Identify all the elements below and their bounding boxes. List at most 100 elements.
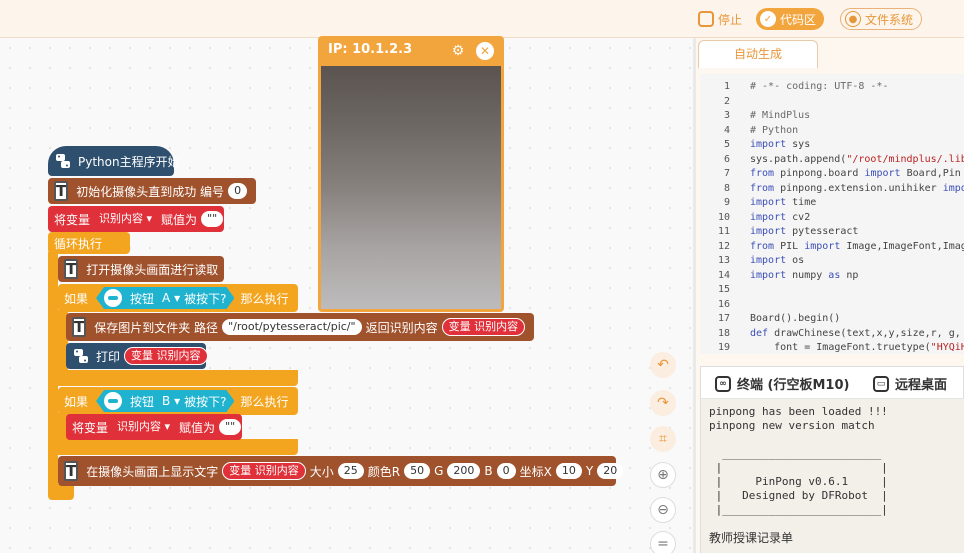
if-b-end — [58, 439, 298, 455]
tab-auto-generate[interactable]: 自动生成 — [698, 40, 818, 68]
gear-icon[interactable]: ⚙ — [450, 43, 466, 59]
save-path-input[interactable]: "/root/pytesseract/pic/" — [222, 319, 362, 335]
python-main-start-block[interactable]: Python主程序开始 — [48, 146, 180, 176]
empty-string-input[interactable]: "" — [219, 419, 242, 435]
line-number: 14 — [717, 269, 730, 281]
color-b-label: B — [484, 464, 493, 478]
link-icon: ∞ — [715, 375, 731, 392]
button-a-dropdown[interactable]: A ▾ — [162, 291, 180, 305]
color-g-label: G — [434, 464, 444, 478]
line-number: 16 — [717, 298, 730, 310]
undo-icon[interactable]: ↶ — [650, 352, 676, 378]
python-icon — [54, 152, 72, 170]
button-b-pressed-condition[interactable]: 按钮 B ▾ 被按下? — [96, 390, 234, 412]
size-label: 大小 — [309, 464, 334, 479]
button-a-pressed-condition[interactable]: 按钮 A ▾ 被按下? — [96, 287, 234, 309]
right-panel: 自动生成 1 # -*- coding: UTF-8 -*- 2 3 # MindPlu… — [696, 38, 964, 553]
variable-reference[interactable]: 变量 识别内容 — [441, 318, 526, 336]
if-button-b-block[interactable]: 如果 按钮 B ▾ 被按下? 那么执行 — [58, 387, 298, 415]
t-icon: T — [64, 461, 79, 481]
open-camera-label: 打开摄像头画面进行读取 — [86, 262, 219, 277]
print-label: 打印 — [96, 349, 121, 364]
pressed-label: 被按下? — [184, 394, 227, 409]
then-label: 那么执行 — [240, 291, 289, 306]
variable-reference[interactable]: 变量 识别内容 — [222, 462, 306, 480]
board-icon — [104, 392, 122, 410]
terminal-line: | Designed by DFRobot | — [709, 489, 888, 502]
t-icon: T — [72, 317, 87, 337]
tab-terminal[interactable]: ∞ 终端 (行空板M10) — [715, 374, 849, 393]
if-button-a-block[interactable]: 如果 按钮 A ▾ 被按下? 那么执行 — [58, 284, 298, 312]
return-label: 返回识别内容 — [365, 320, 438, 335]
python-main-start-label: Python主程序开始 — [78, 154, 180, 169]
loop-block[interactable]: 循环执行 — [48, 232, 130, 254]
code-text: def drawChinese(text,x,y,size,r, g, b — [750, 327, 961, 339]
camera-preview — [321, 66, 501, 309]
color-g-input[interactable]: 200 — [447, 463, 481, 479]
code-text: import cv2 — [750, 211, 811, 223]
camera-number-input[interactable]: 0 — [228, 183, 248, 199]
terminal-output[interactable]: pinpong has been loaded !!! pinpong new v… — [701, 399, 964, 553]
variable-dropdown[interactable]: 识别内容 ▾ — [94, 210, 158, 228]
color-b-input[interactable]: 0 — [496, 463, 516, 479]
terminal-panel: ∞ 终端 (行空板M10) ▭ 远程桌面 pinpong has been lo… — [700, 366, 964, 553]
line-number: 4 — [723, 124, 730, 136]
open-camera-block[interactable]: T 打开摄像头画面进行读取 — [58, 256, 224, 282]
file-system-button[interactable]: ● 文件系统 — [840, 8, 923, 30]
reset-variable-block[interactable]: 将变量 识别内容 ▾ 赋值为 "" — [66, 414, 242, 440]
coord-y-input[interactable]: 20 — [597, 463, 624, 479]
stop-label: 停止 — [718, 12, 743, 27]
stop-icon — [698, 11, 714, 27]
line-number: 3 — [723, 110, 730, 121]
code-area-button[interactable]: ✓ 代码区 — [756, 8, 825, 30]
camera-ip-title: IP: 10.1.2.3 — [328, 42, 413, 57]
monitor-icon: ▭ — [873, 375, 889, 392]
close-icon[interactable]: ✕ — [476, 42, 494, 60]
terminal-line: ________________________ — [709, 447, 882, 460]
set-variable-block[interactable]: 将变量 识别内容 ▾ 赋值为 "" — [48, 206, 224, 232]
line-number: 18 — [717, 327, 730, 339]
remote-tab-label: 远程桌面 — [895, 378, 948, 393]
check-icon: ✓ — [760, 11, 776, 27]
loop-bar — [48, 252, 58, 488]
line-number: 13 — [717, 255, 730, 266]
terminal-tab-label: 终端 (行空板M10) — [737, 378, 850, 393]
terminal-line: pinpong new version match — [709, 419, 875, 432]
variable-reference[interactable]: 变量 识别内容 — [124, 347, 208, 365]
init-camera-label: 初始化摄像头直到成功 编号 — [76, 184, 225, 199]
line-number: 5 — [723, 139, 730, 150]
button-label: 按钮 — [130, 291, 155, 306]
reset-zoom-icon[interactable]: = — [650, 531, 676, 553]
color-r-label: 颜色R — [367, 464, 401, 479]
circle-icon: ● — [845, 11, 861, 27]
coord-x-input[interactable]: 10 — [555, 463, 582, 479]
zoom-in-icon[interactable]: ⊕ — [650, 462, 676, 488]
code-text: # MindPlus — [750, 110, 811, 121]
init-camera-block[interactable]: T 初始化摄像头直到成功 编号 0 — [48, 178, 256, 204]
size-input[interactable]: 25 — [337, 463, 364, 479]
board-icon — [104, 289, 122, 307]
code-text: from PIL import Image,ImageFont,Image — [750, 240, 964, 252]
line-number: 10 — [717, 211, 730, 223]
variable-dropdown[interactable]: 识别内容 ▾ — [112, 418, 176, 436]
code-text: from pinpong.extension.unihiker import — [750, 182, 964, 194]
color-r-input[interactable]: 50 — [404, 463, 431, 479]
print-block[interactable]: 打印 变量 识别内容 — [66, 343, 208, 369]
code-text: import numpy as np — [750, 269, 859, 281]
tab-remote-desktop[interactable]: ▭ 远程桌面 — [873, 374, 947, 393]
code-area-label: 代码区 — [780, 12, 817, 27]
stop-button[interactable]: 停止 — [694, 8, 750, 30]
display-text-block[interactable]: T 在摄像头画面上显示文字 变量 识别内容 大小 25 颜色R 50 G 200… — [58, 456, 624, 486]
terminal-line: | | — [709, 461, 888, 474]
if-label: 如果 — [64, 291, 89, 306]
button-b-dropdown[interactable]: B ▾ — [162, 394, 180, 408]
t-icon: T — [64, 259, 79, 279]
redo-icon[interactable]: ↷ — [650, 390, 676, 416]
camera-window[interactable]: IP: 10.1.2.3 ⚙ ✕ — [318, 36, 504, 312]
save-image-block[interactable]: T 保存图片到文件夹 路径 "/root/pytesseract/pic/" 返… — [66, 313, 534, 341]
crop-icon[interactable]: ⌗ — [650, 426, 676, 452]
code-editor[interactable]: 1 # -*- coding: UTF-8 -*- 2 3 # MindPlus 4 # P… — [700, 74, 964, 354]
empty-string-input[interactable]: "" — [201, 211, 224, 227]
line-number: 6 — [723, 153, 730, 165]
zoom-out-icon[interactable]: ⊖ — [650, 497, 676, 523]
